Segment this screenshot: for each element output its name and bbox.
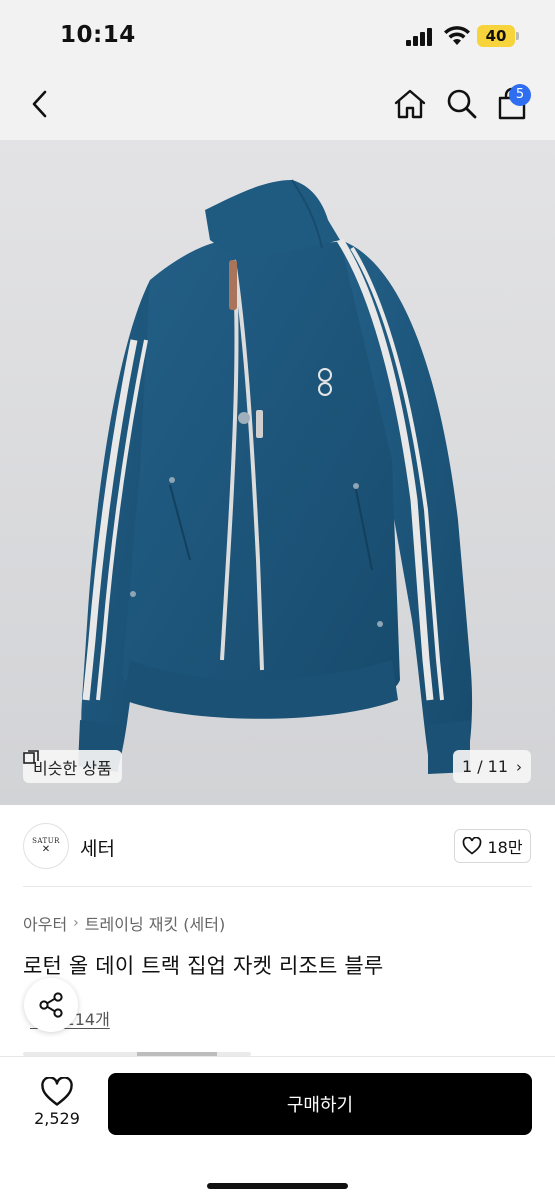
share-button[interactable] — [24, 978, 78, 1032]
buy-button[interactable]: 구매하기 — [108, 1073, 532, 1135]
product-detail-page: 10:14 40 5 비슷한 상품 1 / 11 › SATUR ✕ 세터 18… — [0, 0, 555, 1200]
battery-tip — [516, 32, 519, 40]
brand-row: SATUR ✕ 세터 18만 — [0, 805, 555, 887]
product-image-carousel[interactable]: 비슷한 상품 1 / 11 › — [0, 140, 555, 805]
chevron-right-icon: › — [516, 757, 523, 776]
home-icon[interactable] — [390, 84, 430, 124]
status-bar: 10:14 40 — [0, 0, 555, 70]
heart-icon — [463, 837, 482, 855]
brand-logo[interactable]: SATUR ✕ — [23, 823, 69, 869]
cart-count-badge: 5 — [509, 84, 531, 106]
breadcrumb-child[interactable]: 트레이닝 재킷 (세터) — [85, 911, 225, 935]
home-indicator — [207, 1183, 348, 1189]
breadcrumb-parent[interactable]: 아우터 — [23, 911, 67, 935]
divider — [23, 886, 532, 887]
top-navigation — [0, 70, 555, 140]
status-time: 10:14 — [60, 22, 136, 48]
cellular-signal-icon — [406, 28, 436, 46]
jacket-photo — [78, 179, 473, 774]
brand-like-button[interactable]: 18만 — [454, 829, 531, 863]
wishlist-heart-icon[interactable] — [40, 1077, 74, 1107]
brand-name[interactable]: 세터 — [80, 834, 115, 861]
battery-indicator: 40 — [477, 25, 515, 47]
brand-like-count: 18만 — [487, 838, 523, 857]
search-icon[interactable] — [442, 84, 482, 124]
chevron-left-icon[interactable] — [22, 86, 58, 122]
product-title: 로턴 올 데이 트랙 집업 자켓 리조트 블루 — [23, 954, 384, 978]
similar-products-label: 비슷한 상품 — [33, 758, 112, 778]
chevron-right-icon: › — [73, 915, 79, 931]
share-icon — [39, 992, 63, 1018]
breadcrumb: 아우터 › 트레이닝 재킷 (세터) — [23, 911, 225, 935]
wifi-icon — [444, 26, 470, 45]
brand-logo-mark-icon: ✕ — [41, 844, 51, 855]
similar-products-button[interactable]: 비슷한 상품 — [23, 750, 122, 783]
image-page-counter[interactable]: 1 / 11 › — [453, 750, 531, 783]
similar-products-icon — [23, 750, 39, 764]
wishlist-count: 2,529 — [34, 1109, 80, 1128]
page-indicator-text: 1 / 11 — [461, 757, 509, 776]
bottom-action-bar: 2,529 구매하기 — [0, 1056, 555, 1200]
